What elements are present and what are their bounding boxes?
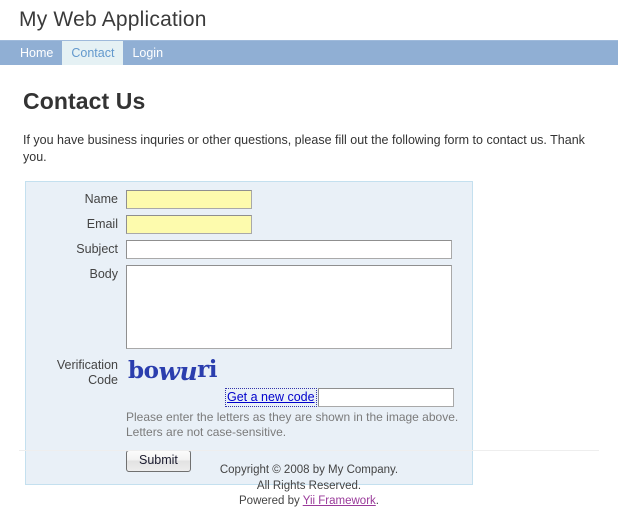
page-intro-text: If you have business inquries or other q… bbox=[23, 133, 585, 164]
nav-link-login[interactable]: Login bbox=[123, 41, 172, 65]
main-navigation: Home Contact Login bbox=[0, 40, 618, 65]
verification-code-input[interactable] bbox=[317, 387, 454, 407]
verification-code-label: Verification Code bbox=[26, 355, 126, 388]
footer-powered-suffix: . bbox=[375, 495, 379, 508]
nav-item-contact[interactable]: Contact bbox=[62, 41, 124, 65]
captcha-area: bowuri Get a new code bbox=[126, 355, 466, 408]
form-row-verification: Verification Code bowuri Get a new code bbox=[26, 355, 472, 408]
form-row-name: Name bbox=[26, 189, 472, 209]
captcha-image: bowuri bbox=[126, 355, 466, 387]
page-title: Contact Us bbox=[23, 88, 146, 114]
subject-input[interactable] bbox=[126, 239, 452, 259]
yii-framework-link[interactable]: Yii Framework bbox=[303, 495, 376, 507]
subject-label: Subject bbox=[76, 241, 118, 256]
site-footer: Copyright © 2008 by My Company. All Righ… bbox=[19, 450, 599, 510]
body-textarea[interactable] bbox=[126, 264, 452, 349]
footer-powered-prefix: Powered by bbox=[239, 495, 303, 508]
form-row-email: Email bbox=[26, 214, 472, 234]
page-content: Contact Us If you have business inquries… bbox=[0, 88, 618, 485]
verification-label-line1: Verification bbox=[56, 357, 118, 372]
email-label: Email bbox=[86, 216, 118, 231]
nav-item-home[interactable]: Home bbox=[11, 41, 62, 65]
captcha-segment-3: ri bbox=[197, 355, 217, 383]
verification-hint-line2: Letters are not case-sensitive. bbox=[126, 424, 287, 439]
footer-rights: All Rights Reserved. bbox=[256, 479, 362, 492]
captcha-segment-2: wu bbox=[158, 356, 198, 386]
nav-list: Home Contact Login bbox=[0, 41, 618, 65]
contact-form: Name Email Subject Body Verification Cod… bbox=[25, 180, 473, 485]
nav-link-contact[interactable]: Contact bbox=[62, 41, 124, 65]
email-input[interactable] bbox=[126, 214, 252, 234]
captcha-controls: Get a new code bbox=[126, 387, 466, 408]
get-new-code-link[interactable]: Get a new code bbox=[225, 387, 317, 407]
nav-link-home[interactable]: Home bbox=[11, 41, 62, 65]
verification-hint: Please enter the letters as they are sho… bbox=[26, 408, 472, 440]
site-header: My Web Application bbox=[0, 0, 618, 40]
name-label: Name bbox=[84, 191, 118, 206]
verification-hint-line1: Please enter the letters as they are sho… bbox=[126, 409, 459, 424]
form-row-subject: Subject bbox=[26, 239, 472, 259]
site-logo: My Web Application bbox=[19, 8, 207, 31]
captcha-segment-1: bo bbox=[128, 356, 159, 384]
footer-copyright: Copyright © 2008 by My Company. bbox=[219, 464, 399, 476]
body-label: Body bbox=[89, 266, 119, 281]
name-input[interactable] bbox=[126, 189, 252, 209]
nav-item-login[interactable]: Login bbox=[123, 41, 172, 65]
form-row-body: Body bbox=[26, 264, 472, 349]
verification-label-line2: Code bbox=[88, 372, 118, 387]
